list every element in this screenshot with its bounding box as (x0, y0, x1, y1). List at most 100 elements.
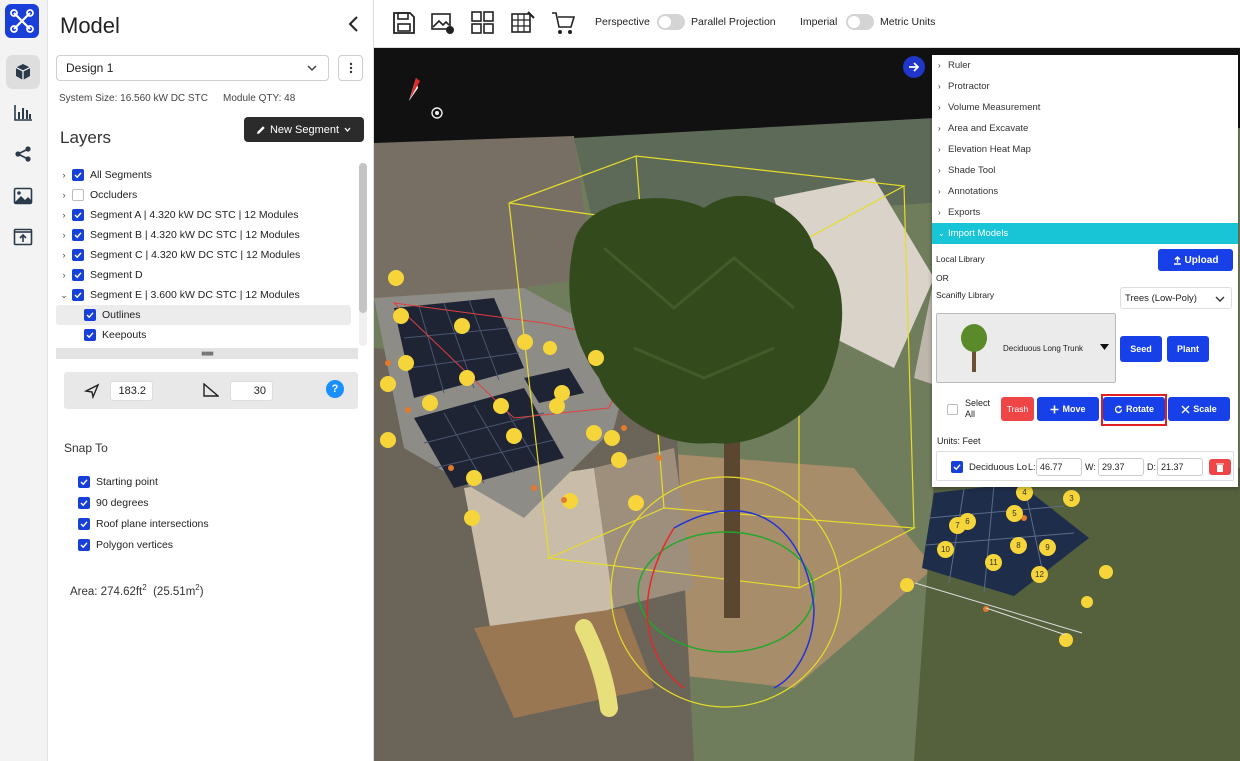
layer-row[interactable]: › Occluders (56, 185, 351, 205)
accordion-item[interactable]: › Shade Tool (932, 160, 1238, 181)
gallery-icon[interactable] (470, 10, 496, 36)
resize-handle[interactable]: ■■■ (56, 348, 358, 359)
accordion-import-models[interactable]: ⌄ Import Models (932, 223, 1238, 244)
accordion-label: Area and Excavate (948, 123, 1029, 134)
upload-button[interactable]: Upload (1158, 249, 1233, 271)
model-select-value: Deciduous Long Trunk (1003, 344, 1084, 353)
length-input[interactable]: 46.77 (1036, 458, 1082, 476)
accordion-item[interactable]: › Annotations (932, 181, 1238, 202)
snap-checkbox[interactable] (78, 518, 90, 530)
snap-option[interactable]: Roof plane intersections (78, 518, 209, 530)
panel-number: 7 (949, 517, 966, 534)
chevron-down-icon (344, 127, 351, 133)
chevron-right-icon: › (938, 61, 941, 70)
design-select[interactable]: Design 1 (56, 55, 329, 81)
tree-thumbnail-icon (961, 324, 987, 372)
layer-row[interactable]: › Segment A | 4.320 kW DC STC | 12 Module… (56, 205, 351, 225)
layer-scrollbar-thumb[interactable] (359, 163, 367, 313)
layer-scrollbar[interactable] (359, 163, 367, 346)
model-select[interactable]: Deciduous Long Trunk (936, 313, 1116, 383)
layer-row[interactable]: Keepouts (56, 325, 351, 345)
instance-checkbox[interactable] (951, 461, 963, 473)
panel-number: 5 (1006, 505, 1023, 522)
plant-button[interactable]: Plant (1167, 336, 1209, 362)
library-select[interactable]: Trees (Low-Poly) (1120, 287, 1232, 309)
azimuth-input[interactable]: 183.2 (110, 381, 153, 401)
snap-option[interactable]: Polygon vertices (78, 539, 173, 551)
units-toggle-knob (848, 16, 860, 28)
snap-checkbox[interactable] (78, 476, 90, 488)
layer-checkbox[interactable] (72, 289, 84, 301)
layer-checkbox[interactable] (84, 309, 96, 321)
scanifly-library-label: Scanifly Library (936, 290, 995, 300)
trash-icon (1216, 463, 1224, 472)
share-icon[interactable] (6, 137, 40, 171)
chevron-down-icon[interactable]: ⌄ (56, 290, 72, 301)
accordion-item[interactable]: › Elevation Heat Map (932, 139, 1238, 160)
layer-row[interactable]: Outlines (56, 305, 351, 325)
accordion-item[interactable]: › Protractor (932, 76, 1238, 97)
layer-row[interactable]: › Segment D (56, 265, 351, 285)
move-button[interactable]: Move (1037, 397, 1099, 421)
layer-row[interactable]: › Segment B | 4.320 kW DC STC | 12 Module… (56, 225, 351, 245)
seed-button[interactable]: Seed (1120, 336, 1162, 362)
chevron-right-icon[interactable]: › (56, 270, 72, 280)
arrow-right-icon[interactable] (902, 55, 926, 79)
select-all-checkbox[interactable] (947, 404, 958, 415)
snap-option[interactable]: 90 degrees (78, 497, 149, 509)
new-segment-button[interactable]: New Segment (244, 117, 364, 142)
image-settings-icon[interactable] (430, 10, 456, 36)
save-icon[interactable] (391, 10, 417, 36)
accordion-label: Exports (948, 207, 981, 218)
accordion-item[interactable]: › Area and Excavate (932, 118, 1238, 139)
app-logo-icon[interactable] (5, 4, 39, 38)
cart-icon[interactable] (550, 10, 576, 36)
layer-row[interactable]: › All Segments (56, 165, 351, 185)
chevron-right-icon[interactable]: › (56, 250, 72, 260)
snap-checkbox[interactable] (78, 539, 90, 551)
image-icon[interactable] (6, 179, 40, 213)
snap-label: Polygon vertices (96, 539, 174, 551)
layer-checkbox[interactable] (72, 229, 84, 241)
grid-edit-icon[interactable] (510, 10, 536, 36)
layer-checkbox[interactable] (72, 169, 84, 181)
accordion-label: Protractor (948, 81, 990, 92)
accordion-item[interactable]: › Exports (932, 202, 1238, 223)
chevron-left-icon[interactable] (344, 14, 364, 34)
scale-button[interactable]: Scale (1168, 397, 1230, 421)
layer-checkbox[interactable] (72, 269, 84, 281)
snap-title: Snap To (64, 441, 108, 455)
accordion-label: Volume Measurement (948, 102, 1041, 113)
layer-checkbox[interactable] (72, 189, 84, 201)
help-icon[interactable]: ? (326, 380, 344, 398)
scale-label: Scale (1193, 404, 1217, 414)
cube-icon[interactable] (6, 55, 40, 89)
layer-list: › All Segments › Occluders › Segment A | 4.32… (56, 163, 357, 346)
chevron-right-icon[interactable]: › (56, 190, 72, 200)
chevron-right-icon[interactable]: › (56, 170, 72, 180)
snap-checkbox[interactable] (78, 497, 90, 509)
accordion-item[interactable]: › Volume Measurement (932, 97, 1238, 118)
upload-icon[interactable] (6, 220, 40, 254)
chevron-right-icon[interactable]: › (56, 210, 72, 220)
panel-title: Model (60, 13, 120, 38)
layer-checkbox[interactable] (72, 209, 84, 221)
pitch-input[interactable]: 30 (230, 381, 273, 401)
bar-chart-icon[interactable] (6, 96, 40, 130)
chevron-right-icon[interactable]: › (56, 230, 72, 240)
trash-button[interactable]: Trash (1001, 397, 1034, 421)
design-more-button[interactable] (338, 55, 363, 81)
snap-option[interactable]: Starting point (78, 476, 158, 488)
accordion-item[interactable]: › Ruler (932, 55, 1238, 76)
locate-icon[interactable] (430, 106, 444, 120)
layer-checkbox[interactable] (84, 329, 96, 341)
projection-toggle[interactable] (657, 14, 685, 30)
layer-checkbox[interactable] (72, 249, 84, 261)
depth-input[interactable]: 21.37 (1157, 458, 1203, 476)
width-input[interactable]: 29.37 (1098, 458, 1144, 476)
units-toggle[interactable] (846, 14, 874, 30)
layer-label: Segment E | 3.600 kW DC STC | 12 Modules (90, 289, 300, 301)
delete-instance-button[interactable] (1209, 459, 1231, 475)
layer-row[interactable]: ⌄ Segment E | 3.600 kW DC STC | 12 Module… (56, 285, 351, 305)
layer-row[interactable]: › Segment C | 4.320 kW DC STC | 12 Module… (56, 245, 351, 265)
